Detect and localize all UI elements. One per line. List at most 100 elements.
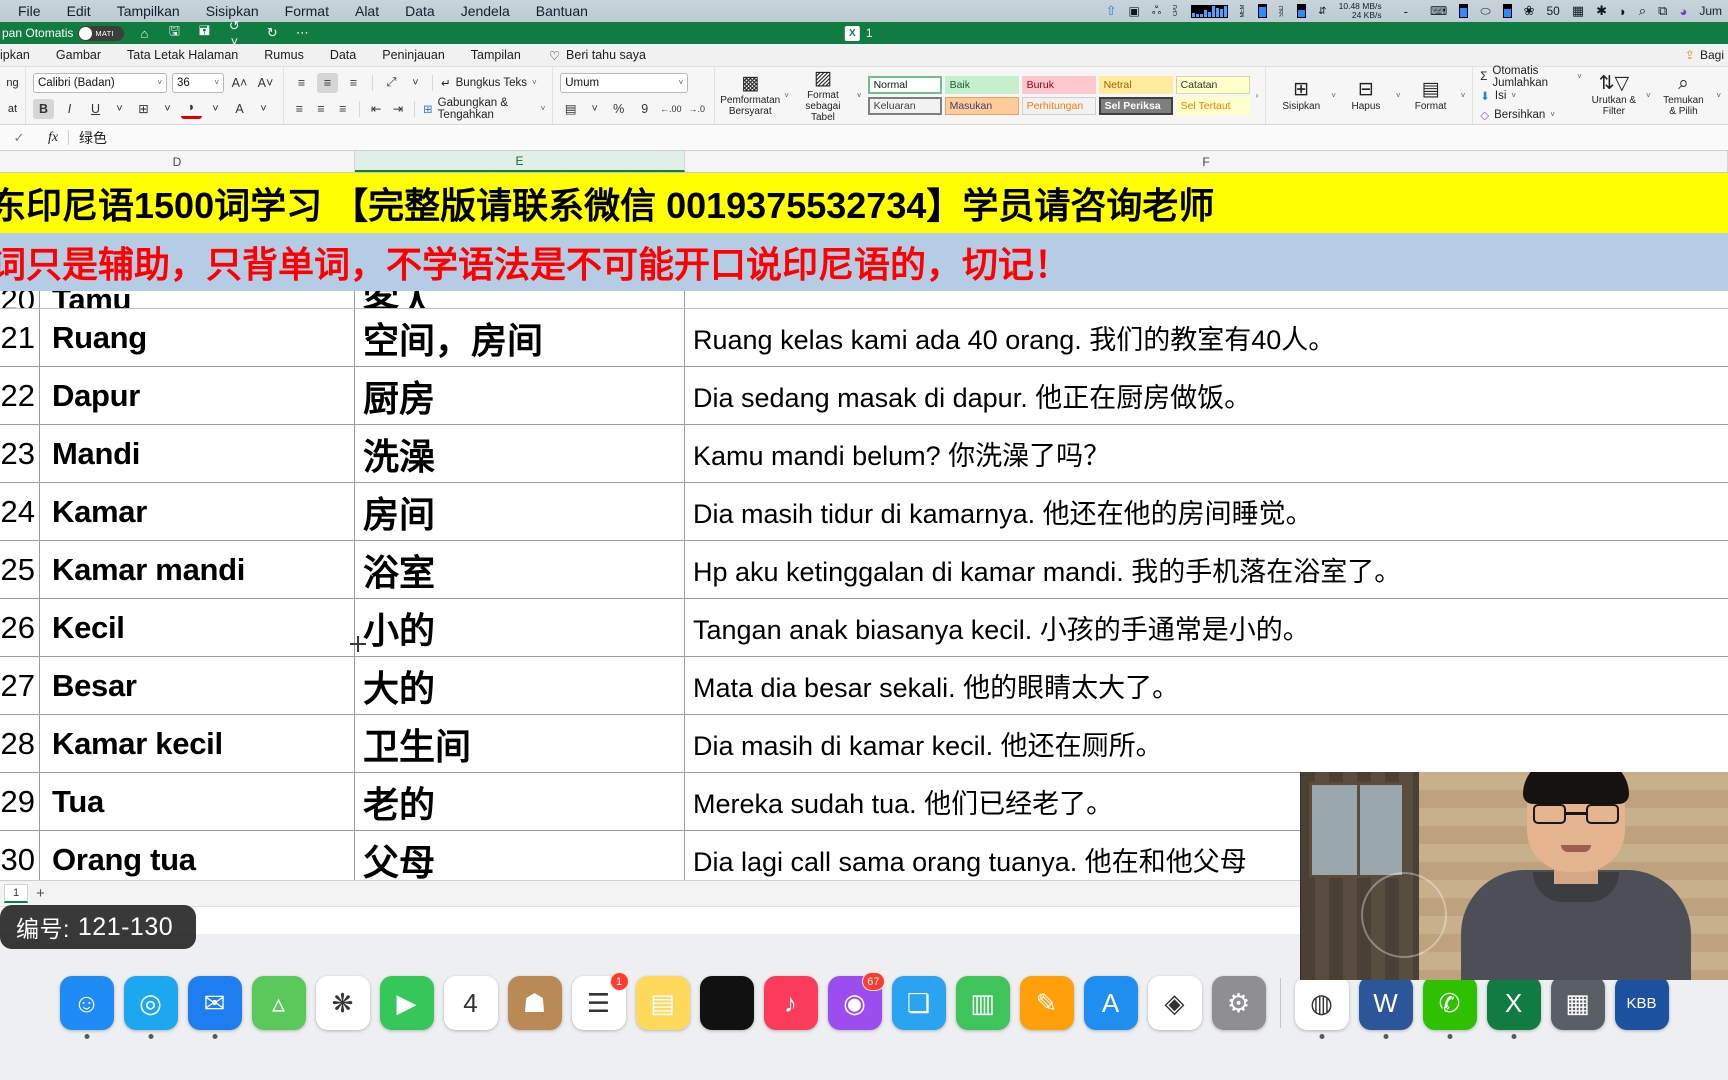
cell-chinese[interactable]: 空间，房间 [355,309,685,366]
word-icon[interactable]: W [1358,976,1413,1039]
font-family-select[interactable]: Calibri (Badan) ˅ [33,72,167,93]
cell-word[interactable]: Dapur [40,367,355,424]
decrease-decimal-icon[interactable]: →.0 [686,99,707,119]
sort-filter-button[interactable]: ⇅▽ Urutkan & Filter [1590,74,1638,118]
webcam-pip[interactable] [1300,772,1728,980]
cell-style-buruk[interactable]: Buruk [1021,76,1096,94]
tab-gambar[interactable]: Gambar [56,48,101,62]
wrap-text-button[interactable]: ↵ Bungkus Teks ˅ [441,74,537,91]
tell-me-control[interactable]: ♡ Beri tahu saya [549,48,646,63]
wechat-icon[interactable]: ✆ [1422,976,1477,1039]
align-middle-button[interactable]: ≡ [317,72,338,93]
save-icon[interactable]: 🖫 [164,22,184,44]
table-row[interactable]: 25 Kamar mandi 浴室 Hp aku ketinggalan di … [0,541,1728,599]
chevron-down-icon[interactable]: ˅ [1716,91,1721,100]
cell-sentence[interactable]: Dia sedang masak di dapur. 他正在厨房做饭。 [685,367,1728,424]
find-select-button[interactable]: ⌕ Temukan & Pilih [1659,74,1709,118]
sheet-tab-1[interactable]: 1 [4,884,29,903]
chevron-down-icon[interactable]: ˅ [255,99,272,119]
add-sheet-button[interactable]: + [36,885,45,902]
wifi-icon[interactable]: ◗ [1619,4,1627,19]
menu-item-data[interactable]: Data [405,3,435,19]
preview-icon[interactable]: ◈ [1147,976,1202,1030]
menu-item-alat[interactable]: Alat [355,3,379,19]
cell-style-netral[interactable]: Netral [1098,76,1173,94]
control-center-icon[interactable]: ⧉ [1658,3,1667,19]
clear-button[interactable]: ◇ Bersihkan ˅ [1480,106,1582,123]
font-color-icon[interactable]: A [229,99,250,119]
table-row[interactable]: 26 Kecil 小的 Tangan anak biasanya kecil. … [0,599,1728,657]
autosave-control[interactable]: pan Otomatis MATI [2,25,125,41]
align-bottom-button[interactable]: ≡ [343,73,364,93]
appletv-icon[interactable] [699,976,754,1030]
banner-blue[interactable]: 词只是辅助，只背单词，不学语法是不可能开口说印尼语的，切记！ [0,233,1728,291]
increase-font-size-button[interactable]: A˄ [229,73,250,93]
cell-word[interactable]: Kamar [40,483,355,540]
music-icon[interactable]: ♪ [763,976,818,1030]
mail-icon[interactable]: ✉ [187,976,242,1039]
kbb-icon[interactable]: KBB [1614,976,1669,1030]
search-icon[interactable]: ⌕ [1639,3,1646,19]
table-row[interactable]: 21 Ruang 空间，房间 Ruang kelas kami ada 40 o… [0,309,1728,367]
excel-icon[interactable]: X [1486,976,1541,1039]
cell-sentence[interactable] [685,291,1728,308]
cell-chinese[interactable]: 厨房 [355,367,685,424]
column-header-f[interactable]: F [685,151,1728,172]
bluetooth-icon[interactable]: ✱ [1596,3,1607,19]
chevron-down-icon[interactable]: ˅ [1396,91,1401,100]
cpu-graph-icon[interactable] [1191,4,1229,18]
memory-gauge-icon[interactable] [1258,4,1268,18]
cell-chinese[interactable]: 卫生间 [355,715,685,772]
device-battery-icon[interactable] [1502,4,1512,18]
cell-chinese[interactable]: 老的 [355,773,685,830]
chevron-down-icon[interactable]: ˅ [879,29,884,38]
fill-color-icon[interactable]: ◗ [181,99,202,119]
cell-word[interactable]: Tua [40,773,355,830]
chevron-down-icon[interactable]: ˅ [159,99,176,119]
decrease-font-size-button[interactable]: A˅ [255,73,276,93]
cell-sentence[interactable]: Mata dia besar sekali. 他的眼睛太大了。 [685,657,1728,714]
keynote-icon[interactable]: ❏ [891,976,946,1030]
cell-style-catatan[interactable]: Catatan [1175,76,1250,94]
tab-tata-letak-halaman[interactable]: Tata Letak Halaman [127,48,238,62]
percent-style-button[interactable]: % [608,99,629,119]
align-center-button[interactable]: ≡ [313,99,330,119]
keyboard-icon[interactable]: ⌨ [1430,4,1447,18]
pages-icon[interactable]: ✎ [1019,976,1074,1030]
tab-rumus[interactable]: Rumus [264,48,304,62]
table-row[interactable]: 20 Tamu 客人 [0,291,1728,309]
tab-sisipkan[interactable]: ipkan [0,48,30,62]
chevron-down-icon[interactable]: ˅ [857,91,862,100]
maps-icon[interactable]: ▵ [251,976,306,1030]
rocket-icon[interactable]: ⇧ [1106,3,1117,19]
chevron-down-icon[interactable]: ˅ [407,73,424,93]
battery-gauge-icon[interactable] [1459,4,1469,18]
align-top-button[interactable]: ≡ [291,73,312,93]
cell-style-masukan[interactable]: Masukan [944,97,1019,115]
chevron-down-icon[interactable]: ˅ [1646,91,1651,100]
increase-decimal-icon[interactable]: ←.00 [660,99,682,119]
cell-chinese[interactable]: 浴室 [355,541,685,598]
redo-icon[interactable]: ↻ [262,25,282,41]
font-size-select[interactable]: 36 ˅ [172,72,224,93]
menu-item-jendela[interactable]: Jendela [461,3,510,19]
bold-button[interactable]: B [33,98,54,119]
mouse-icon[interactable]: ⬭ [1480,4,1490,19]
calendar-icon[interactable]: 4 [443,976,498,1030]
facetime-icon[interactable]: ▶ [379,976,434,1030]
number-format-select[interactable]: Umum ˅ [560,72,689,93]
settings-icon[interactable]: ⚙ [1211,976,1266,1030]
screenshot-icon[interactable]: ▦ [1550,976,1605,1030]
clock[interactable]: Jum [1699,4,1722,18]
cell-sentence[interactable]: Dia masih di kamar kecil. 他还在厕所。 [685,715,1728,772]
cell-sentence[interactable]: Tangan anak biasanya kecil. 小孩的手通常是小的。 [685,599,1728,656]
chevron-down-icon[interactable]: ˅ [207,99,224,119]
home-icon[interactable]: ⌂ [134,26,154,41]
cell-word[interactable]: Tamu [40,291,355,308]
contacts-icon[interactable]: ☗ [507,976,562,1030]
table-row[interactable]: 28 Kamar kecil 卫生间 Dia masih di kamar ke… [0,715,1728,773]
bluetooth-share-icon[interactable]: ஃ [1152,3,1161,19]
styles-expand-icon[interactable]: › [1256,91,1259,100]
italic-button[interactable]: I [59,99,80,119]
cell-word[interactable]: Kamar kecil [40,715,355,772]
